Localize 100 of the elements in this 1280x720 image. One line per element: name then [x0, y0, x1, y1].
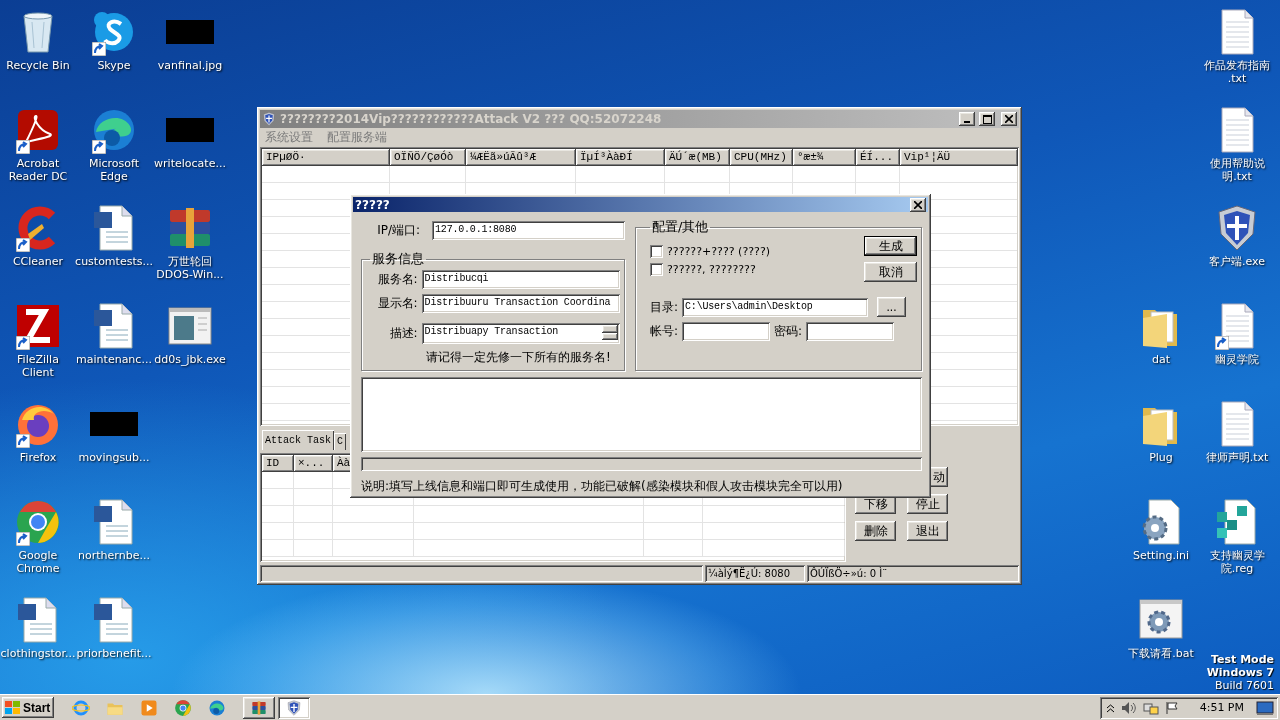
icon-label[interactable]: 万世轮回 DDOS-Win... — [152, 255, 228, 281]
column-header[interactable]: CPU(MHz) — [730, 149, 793, 166]
close-icon — [1005, 115, 1013, 123]
checkbox[interactable] — [650, 244, 663, 258]
shortcut-arrow-icon — [16, 336, 30, 350]
icon-label[interactable]: 幽灵学院 — [1215, 353, 1259, 366]
zigzag-icon — [14, 302, 62, 350]
icon-label[interactable]: Google Chrome — [0, 549, 76, 575]
field-label: 帐号: — [650, 323, 679, 340]
action-button[interactable]: 删除 — [855, 521, 896, 541]
text-field[interactable]: Distribucqi — [421, 270, 620, 289]
action-button[interactable]: 退出 — [907, 521, 948, 541]
icon-label[interactable]: 下载请看.bat — [1128, 647, 1194, 660]
group-title: 配置/其他 — [652, 219, 709, 234]
icon-label[interactable]: customtests... — [75, 255, 153, 268]
text-field[interactable]: Distribuapy Transaction — [421, 323, 620, 344]
edition-text: Test Mode — [1211, 653, 1274, 666]
dialog-title: ????? — [355, 197, 391, 212]
icon-label[interactable]: Acrobat Reader DC — [0, 157, 76, 183]
field-label: 显示名: — [376, 295, 418, 312]
icon-label[interactable]: Setting.ini — [1133, 549, 1189, 562]
field-label: IP/端口: — [376, 222, 421, 239]
icon-label[interactable]: 使用帮助说明.txt — [1199, 157, 1275, 183]
column-header[interactable]: IPµØÖ· — [262, 149, 390, 166]
field-label: 描述: — [388, 325, 418, 342]
task-button[interactable] — [278, 696, 310, 719]
column-header[interactable]: Vip¹¦ÄÜ — [900, 149, 1018, 166]
window-title: ????????2014Vip????????????Attack V2 ??? QQ:52072248 — [280, 112, 663, 126]
column-header[interactable]: OÏÑÖ/ÇøÓò — [390, 149, 466, 166]
browser-icon — [14, 498, 62, 546]
column-header[interactable]: ×... — [294, 455, 333, 472]
directory-field[interactable]: C:\Users\admin\Desktop — [682, 297, 869, 317]
shortcut-arrow-icon — [16, 434, 30, 448]
field-label: 服务名: — [376, 271, 418, 288]
icon-label[interactable]: writelocate... — [154, 157, 226, 170]
icon-label[interactable]: 支持幽灵学院.reg — [1199, 549, 1275, 575]
books-icon — [251, 699, 267, 716]
redacted-block — [90, 412, 138, 436]
icon-label[interactable]: Microsoft Edge — [76, 157, 152, 183]
icon-label[interactable]: vanfinal.jpg — [157, 59, 223, 72]
note-text: 请记得一定先修一下所有的服务名! — [426, 349, 612, 366]
icon-label[interactable]: 律师声明.txt — [1205, 451, 1269, 464]
icon-label[interactable]: FileZilla Client — [0, 353, 76, 379]
password-field[interactable] — [806, 322, 895, 341]
icon-label[interactable]: northernbe... — [78, 549, 150, 562]
spin-buttons[interactable] — [602, 325, 618, 340]
column-header[interactable]: ID — [262, 455, 294, 472]
icon-label[interactable]: dd0s_jbk.exe — [154, 353, 226, 366]
maximize-button[interactable] — [979, 112, 995, 126]
icon-label[interactable]: CCleaner — [12, 255, 64, 268]
icon-label[interactable]: Firefox — [19, 451, 57, 464]
flag-icon[interactable] — [1165, 700, 1179, 715]
column-header[interactable]: ÉÍ... — [856, 149, 900, 166]
ip-port-field[interactable]: 127.0.0.1:8080 — [432, 221, 625, 240]
icon-label[interactable]: Recycle Bin — [6, 59, 70, 72]
checkbox[interactable] — [650, 262, 663, 276]
column-header[interactable]: °æ±¾ — [793, 149, 856, 166]
output-area[interactable] — [361, 377, 922, 452]
browse-button[interactable]: ... — [877, 297, 907, 317]
close-button[interactable] — [910, 197, 926, 212]
close-button[interactable] — [1001, 112, 1017, 126]
status-text: ¼àÌý¶Ë¿Ú: 8080 — [705, 565, 805, 582]
icon-label[interactable]: Skype — [97, 59, 131, 72]
shortcut-arrow-icon — [92, 140, 106, 154]
field-label: 密码: — [774, 323, 803, 340]
icon-label[interactable]: 客户端.exe — [1209, 255, 1265, 268]
tab[interactable]: Attack Task — [262, 430, 334, 450]
speaker-icon[interactable] — [1121, 700, 1137, 715]
footer-text: 说明:填写上线信息和端口即可生成使用，功能已破解(感染模块和假人攻击模块完全可以用) — [361, 478, 844, 495]
network-icon[interactable] — [1143, 700, 1159, 715]
shortcut-arrow-icon — [16, 140, 30, 154]
column-header[interactable]: ¼ÆËã»úÃû³Æ — [466, 149, 576, 166]
group-title: 服务信息 — [372, 251, 424, 266]
close-icon — [914, 200, 922, 209]
column-header[interactable]: ÏµÍ³ÀàÐÍ — [576, 149, 665, 166]
icon-label[interactable]: 作品发布指南 .txt — [1199, 59, 1275, 85]
text-field[interactable]: Distribuuru Transaction Coordina — [421, 294, 620, 313]
icon-label[interactable]: Plug — [1149, 451, 1173, 464]
icon-label[interactable]: maintenanc... — [76, 353, 152, 366]
dialog-button[interactable]: 生成 — [864, 236, 917, 256]
tab[interactable]: C — [334, 433, 347, 450]
checkbox-label: ??????+???? (????) — [667, 244, 771, 258]
account-field[interactable] — [682, 322, 771, 341]
shortcut-arrow-icon — [92, 42, 106, 56]
start-button[interactable]: Start — [2, 697, 54, 718]
task-button[interactable] — [243, 696, 275, 719]
show-desktop-icon[interactable] — [1256, 700, 1274, 715]
clock[interactable]: 4:51 PM — [1199, 701, 1244, 714]
minimize-button[interactable] — [959, 112, 975, 126]
icon-label[interactable]: movingsub... — [78, 451, 150, 464]
column-header[interactable]: ÄÚ´æ(MB) — [665, 149, 730, 166]
checkbox-label: ??????, ???????? — [667, 262, 756, 276]
status-text: ÔÚÏßÖ÷»ú: 0 Ì¨ — [807, 565, 1019, 582]
redacted-block — [166, 118, 214, 142]
dialog-button[interactable]: 取消 — [864, 262, 917, 282]
shield-icon — [262, 112, 276, 126]
icon-label[interactable]: dat — [1151, 353, 1170, 366]
edition-text: Windows 7 — [1206, 666, 1274, 679]
field-label: 目录: — [650, 298, 679, 316]
chevron-up-icon[interactable] — [1106, 702, 1115, 713]
